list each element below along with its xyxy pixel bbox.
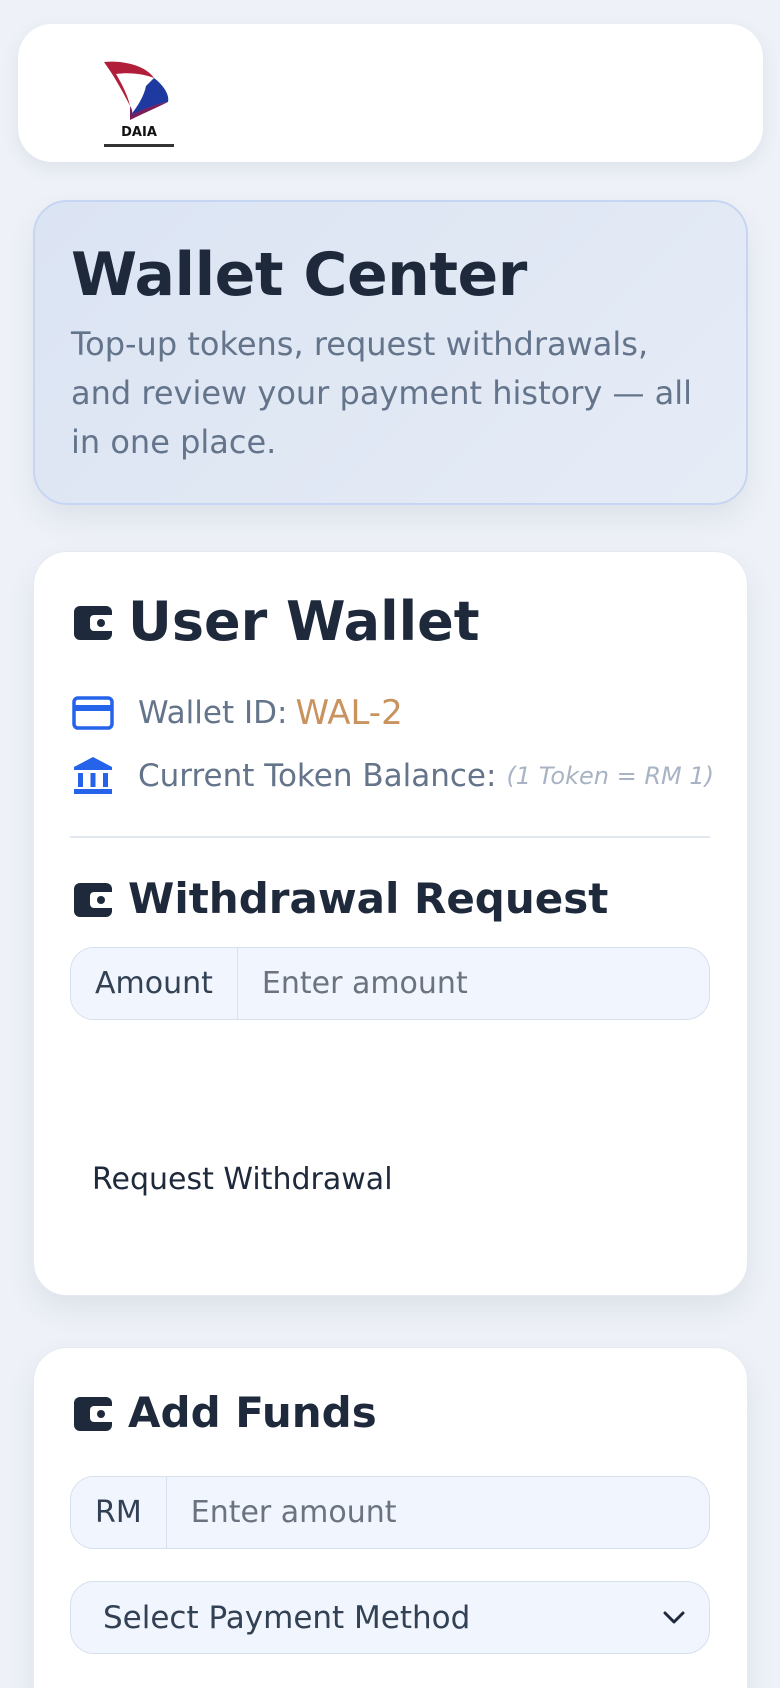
top-navbar: DAIA (18, 24, 763, 162)
wallet-id-value: WAL-2 (295, 693, 403, 733)
hero-banner: Wallet Center Top-up tokens, request wit… (33, 200, 748, 505)
request-withdrawal-button[interactable]: Request Withdrawal (92, 1162, 393, 1197)
wallet-page: DAIA Wallet Center Top-up tokens, reques… (0, 0, 780, 1688)
wallet-icon (74, 604, 112, 640)
add-funds-card: Add Funds RM Select Payment Method (33, 1347, 748, 1688)
user-wallet-title: User Wallet (128, 590, 480, 653)
user-wallet-card: User Wallet Wallet ID: WAL-2 Current Tok… (33, 551, 748, 1296)
amount-addon: Amount (71, 948, 238, 1019)
withdrawal-title: Withdrawal Request (128, 874, 609, 923)
credit-card-icon (72, 696, 114, 730)
token-rate-note: (1 Token = RM 1) (506, 762, 714, 790)
withdrawal-amount-input[interactable] (237, 948, 709, 1019)
bank-icon (74, 757, 112, 794)
token-balance-label: Current Token Balance: (138, 758, 497, 794)
payment-method-select[interactable]: Select Payment Method (70, 1581, 710, 1654)
logo[interactable]: DAIA (100, 58, 178, 152)
token-balance-row: Current Token Balance: (1 Token = RM 1) (72, 755, 714, 797)
chevron-down-icon (663, 1611, 685, 1623)
add-funds-amount-group: RM (70, 1476, 710, 1549)
wallet-id-row: Wallet ID: WAL-2 (72, 692, 403, 734)
add-funds-title: Add Funds (128, 1388, 377, 1437)
add-funds-amount-input[interactable] (166, 1477, 709, 1548)
page-subtitle: Top-up tokens, request withdrawals, and … (71, 325, 693, 461)
currency-addon: RM (71, 1477, 167, 1548)
user-wallet-heading: User Wallet (74, 590, 480, 653)
payment-method-value: Select Payment Method (103, 1599, 471, 1636)
svg-text:DAIA: DAIA (121, 125, 157, 140)
wallet-id-label: Wallet ID: (138, 695, 288, 731)
withdrawal-amount-group: Amount (70, 947, 710, 1020)
wallet-icon (74, 1395, 112, 1431)
wallet-icon (74, 881, 112, 917)
withdrawal-heading: Withdrawal Request (74, 874, 608, 923)
section-divider (70, 836, 710, 838)
page-title: Wallet Center (71, 240, 527, 310)
add-funds-heading: Add Funds (74, 1388, 377, 1437)
